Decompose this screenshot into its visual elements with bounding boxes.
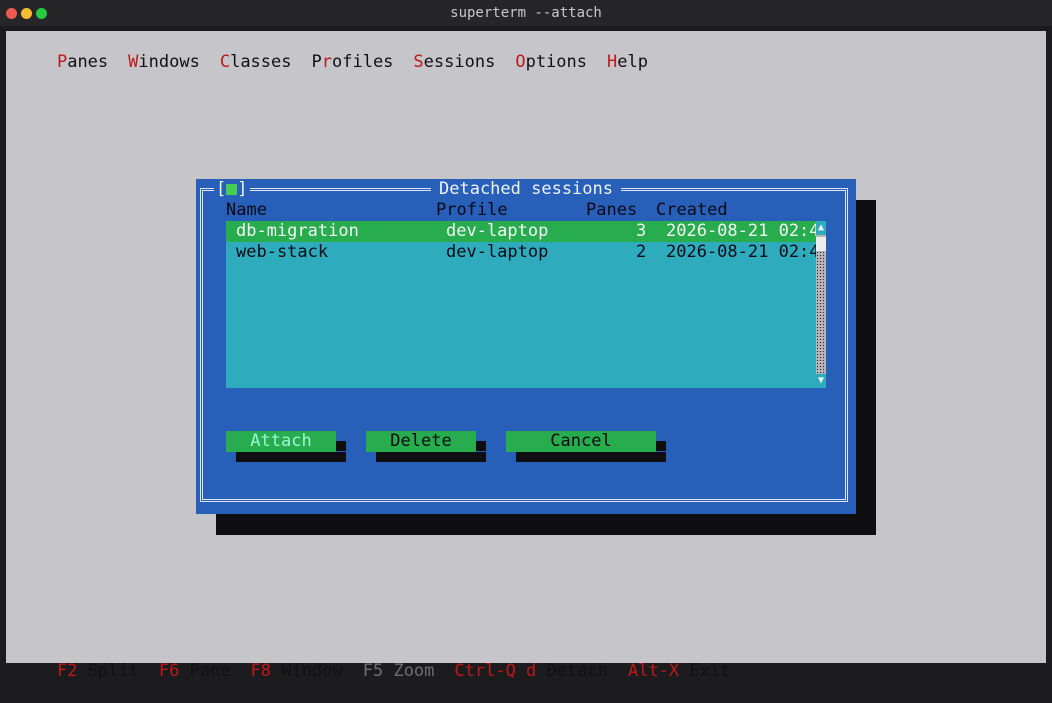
menu-bar: Panes Windows Classes Profiles Sessions Optio…: [16, 31, 668, 72]
menu-options[interactable]: Options: [515, 52, 587, 72]
window-titlebar: superterm --attach: [0, 0, 1052, 26]
menu-sessions[interactable]: Sessions: [413, 52, 495, 72]
session-name: web-stack: [236, 242, 329, 262]
column-header-profile: Profile: [436, 200, 508, 220]
dialog-title: Detached sessions: [196, 179, 856, 200]
status-detach[interactable]: Ctrl-Q d Detach: [454, 661, 608, 681]
session-name: db-migration: [236, 221, 359, 241]
menu-classes[interactable]: Classes: [220, 52, 292, 72]
delete-button-shadow: [476, 441, 486, 451]
sessions-list[interactable]: db-migration dev-laptop 3 2026-08-21 02:…: [226, 221, 816, 388]
session-profile: dev-laptop: [446, 221, 549, 241]
column-header-name: Name: [226, 200, 267, 220]
status-zoom: F5 Zoom: [362, 661, 435, 681]
menu-panes[interactable]: Panes: [57, 52, 108, 72]
close-box-icon: [226, 184, 238, 195]
cancel-button[interactable]: Cancel: [506, 431, 656, 452]
attach-button-shadow: [336, 441, 346, 451]
status-exit[interactable]: Alt-X Exit: [628, 661, 730, 681]
minimize-window-button[interactable]: [21, 8, 32, 19]
maximize-window-button[interactable]: [36, 8, 47, 19]
scrollbar-thumb[interactable]: [816, 237, 826, 251]
dialog-close-button[interactable]: []: [214, 179, 250, 200]
scroll-up-icon[interactable]: ▲: [816, 221, 826, 235]
terminal-screen: Panes Windows Classes Profiles Sessions Optio…: [6, 31, 1046, 681]
session-row[interactable]: web-stack dev-laptop 2 2026-08-21 02:4: [226, 242, 816, 263]
status-pane[interactable]: F6 Pane: [159, 661, 231, 681]
session-panes: 3: [636, 221, 647, 241]
status-split[interactable]: F2 Split: [57, 661, 139, 681]
scroll-down-icon[interactable]: ▼: [816, 374, 826, 388]
cancel-button-shadow: [516, 452, 666, 462]
menu-help[interactable]: Help: [607, 52, 648, 72]
session-created: 2026-08-21 02:4: [666, 242, 816, 262]
session-panes: 2: [636, 242, 647, 262]
delete-button[interactable]: Delete: [366, 431, 476, 452]
window-title: superterm --attach: [450, 5, 602, 21]
delete-button-shadow: [376, 452, 486, 462]
close-window-button[interactable]: [6, 8, 17, 19]
menu-windows[interactable]: Windows: [128, 52, 200, 72]
list-scrollbar[interactable]: ▲ ▼: [816, 221, 826, 388]
detached-sessions-dialog: Detached sessions [] Name Profile Panes …: [196, 179, 856, 514]
status-window[interactable]: F8 Window: [251, 661, 343, 681]
attach-button-shadow: [236, 452, 346, 462]
cancel-button-shadow: [656, 441, 666, 451]
attach-button[interactable]: Attach: [226, 431, 336, 452]
session-profile: dev-laptop: [446, 242, 549, 262]
menu-profiles[interactable]: Profiles: [312, 52, 394, 72]
column-header-panes: Panes: [586, 200, 638, 220]
session-row[interactable]: db-migration dev-laptop 3 2026-08-21 02:…: [226, 221, 816, 242]
status-bar: F2 Split F6 Pane F8 Window F5 Zoom Ctrl-Q d …: [16, 640, 750, 681]
session-created: 2026-08-21 02:4: [666, 221, 816, 241]
column-header-created: Created: [656, 200, 728, 220]
